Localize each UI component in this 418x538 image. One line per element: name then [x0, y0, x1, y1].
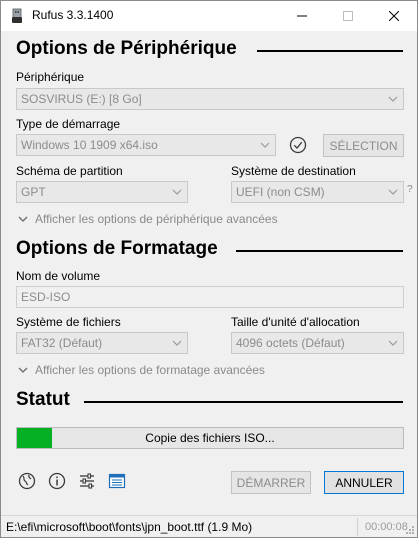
maximize-button[interactable]: [325, 1, 371, 31]
section-divider: [236, 250, 403, 252]
cluster-size-label: Taille d'unité d'allocation: [231, 315, 360, 329]
chevron-down-icon: [388, 96, 398, 102]
status-separator: [357, 518, 358, 536]
partition-scheme-value: GPT: [21, 185, 46, 199]
boot-type-select[interactable]: Windows 10 1909 x64.iso: [16, 134, 276, 156]
cluster-size-value: 4096 octets (Défaut): [236, 336, 345, 350]
section-divider: [257, 50, 403, 52]
chevron-down-icon: [172, 189, 182, 195]
filesystem-value: FAT32 (Défaut): [21, 336, 103, 350]
cancel-button[interactable]: ANNULER: [324, 471, 404, 494]
device-value: SOSVIRUS (E:) [8 Go]: [21, 92, 142, 106]
minimize-icon: [297, 15, 307, 17]
section-divider: [84, 401, 403, 403]
title-bar[interactable]: Rufus 3.3.1400: [1, 1, 417, 31]
info-icon[interactable]: [47, 471, 67, 491]
filesystem-select[interactable]: FAT32 (Défaut): [16, 332, 188, 354]
status-file-path: E:\efi\microsoft\boot\fonts\jpn_boot.ttf…: [6, 520, 253, 534]
volume-label-input[interactable]: ESD-ISO: [16, 286, 404, 308]
progress-bar: Copie des fichiers ISO...: [16, 427, 404, 449]
maximize-icon: [343, 11, 353, 21]
elapsed-time: 00:00:08: [365, 521, 408, 533]
target-system-value: UEFI (non CSM): [236, 185, 325, 199]
rufus-window: Rufus 3.3.1400 Options de Périphérique P…: [0, 0, 418, 538]
progress-text: Copie des fichiers ISO...: [145, 431, 275, 445]
chevron-down-icon: [388, 189, 398, 195]
device-label: Périphérique: [16, 70, 85, 84]
boot-type-value: Windows 10 1909 x64.iso: [21, 138, 158, 152]
device-advanced-label: Afficher les options de périphérique ava…: [35, 212, 278, 226]
format-advanced-label: Afficher les options de formatage avancé…: [35, 363, 265, 377]
rufus-usb-icon: [12, 8, 22, 23]
log-icon[interactable]: [107, 471, 127, 491]
boot-type-label: Type de démarrage: [16, 117, 121, 131]
volume-label-caption: Nom de volume: [16, 269, 101, 283]
settings-sliders-icon[interactable]: [77, 471, 97, 491]
chevron-down-icon: [18, 367, 28, 373]
window-title: Rufus 3.3.1400: [32, 8, 114, 22]
target-help-mark[interactable]: ?: [407, 184, 413, 195]
resize-grip-icon[interactable]: [405, 525, 415, 535]
minimize-button[interactable]: [279, 1, 325, 31]
select-image-button[interactable]: SÉLECTION: [323, 134, 404, 157]
partition-scheme-label: Schéma de partition: [16, 164, 123, 178]
language-globe-icon[interactable]: [17, 471, 37, 491]
device-options-heading: Options de Périphérique: [16, 38, 237, 59]
cluster-size-select[interactable]: 4096 octets (Défaut): [231, 332, 404, 354]
chevron-down-icon: [388, 340, 398, 346]
format-options-heading: Options de Formatage: [16, 238, 218, 259]
status-heading: Statut: [16, 389, 70, 410]
close-button[interactable]: [371, 1, 417, 31]
target-system-select[interactable]: UEFI (non CSM): [231, 181, 404, 203]
chevron-down-icon: [18, 216, 28, 222]
status-bar: E:\efi\microsoft\boot\fonts\jpn_boot.ttf…: [1, 515, 417, 537]
device-advanced-toggle[interactable]: Afficher les options de périphérique ava…: [17, 212, 278, 226]
chevron-down-icon: [172, 340, 182, 346]
start-button[interactable]: DÉMARRER: [231, 471, 311, 494]
device-select[interactable]: SOSVIRUS (E:) [8 Go]: [16, 88, 404, 110]
target-system-label: Système de destination: [231, 164, 356, 178]
close-icon: [389, 11, 399, 21]
format-advanced-toggle[interactable]: Afficher les options de formatage avancé…: [17, 363, 265, 377]
chevron-down-icon: [260, 142, 270, 148]
check-hash-icon[interactable]: [289, 136, 307, 154]
partition-scheme-select[interactable]: GPT: [16, 181, 188, 203]
filesystem-label: Système de fichiers: [16, 315, 121, 329]
